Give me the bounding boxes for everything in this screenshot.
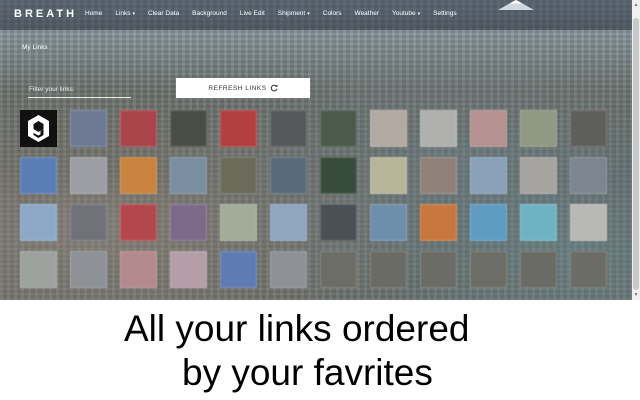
link-tile[interactable] <box>70 251 107 288</box>
link-tile[interactable] <box>470 204 507 241</box>
nav-item-label: Live Edit <box>239 10 265 17</box>
nav-item-label: Colors <box>322 10 342 17</box>
caption-line-1: All your links ordered <box>124 308 470 349</box>
9gag-logo-icon <box>28 115 49 142</box>
nav-item-label: Youtube <box>392 10 416 17</box>
link-tile[interactable] <box>70 204 107 241</box>
link-tile[interactable] <box>70 110 107 147</box>
browser-screenshot: BREATH Home Links ▾ Clear Data Background Liv… <box>0 0 640 300</box>
link-tile[interactable] <box>170 157 207 194</box>
link-tile[interactable] <box>120 157 157 194</box>
link-tile[interactable] <box>320 110 357 147</box>
link-tile[interactable] <box>120 204 157 241</box>
link-tile[interactable] <box>420 157 457 194</box>
link-tile[interactable] <box>420 251 457 288</box>
scrollbar[interactable]: ▲ ▼ <box>632 0 640 300</box>
link-tile[interactable] <box>20 157 57 194</box>
link-tile-9gag[interactable] <box>20 110 57 147</box>
filter-links-input[interactable] <box>28 83 131 98</box>
nav-item-weather[interactable]: Weather <box>355 10 379 17</box>
link-tile[interactable] <box>170 251 207 288</box>
section-title: My Links <box>22 44 48 51</box>
link-tile[interactable] <box>370 204 407 241</box>
nav-item-colors[interactable]: Colors <box>323 10 342 17</box>
link-tile[interactable] <box>520 204 557 241</box>
caret-down-icon: ▾ <box>417 11 421 17</box>
link-tile[interactable] <box>270 251 307 288</box>
link-tile[interactable] <box>570 204 607 241</box>
link-tile[interactable] <box>220 251 257 288</box>
nav-item-label: Weather <box>354 10 379 17</box>
nav-item-label: Settings <box>433 10 457 17</box>
caption-line-2: by your favrites <box>182 352 433 393</box>
link-tile[interactable] <box>220 110 257 147</box>
link-tile[interactable] <box>470 157 507 194</box>
brand-logo[interactable]: BREATH <box>14 8 77 20</box>
nav-item-links[interactable]: Links ▾ <box>115 10 135 17</box>
link-tile[interactable] <box>420 204 457 241</box>
nav-item-live-edit[interactable]: Live Edit <box>240 10 265 17</box>
link-tile[interactable] <box>370 157 407 194</box>
links-grid <box>20 110 607 288</box>
refresh-icon <box>270 84 278 92</box>
scroll-thumb[interactable] <box>633 18 639 290</box>
link-tile[interactable] <box>570 251 607 288</box>
link-tile[interactable] <box>120 110 157 147</box>
nav-item-home[interactable]: Home <box>85 10 102 17</box>
top-navbar: BREATH Home Links ▾ Clear Data Background Liv… <box>0 0 632 30</box>
link-tile[interactable] <box>320 251 357 288</box>
link-tile[interactable] <box>320 157 357 194</box>
nav-item-clear-data[interactable]: Clear Data <box>148 10 179 17</box>
scroll-up-arrow-icon[interactable]: ▲ <box>633 2 639 8</box>
nav-item-label: Background <box>192 10 227 17</box>
link-tile[interactable] <box>470 110 507 147</box>
link-tile[interactable] <box>370 110 407 147</box>
nav-item-label: Home <box>85 10 103 17</box>
link-tile[interactable] <box>20 204 57 241</box>
nav-item-label: Clear Data <box>148 10 180 17</box>
nav-menu: Home Links ▾ Clear Data Background Live Edit S… <box>85 10 457 17</box>
caret-down-icon: ▾ <box>132 11 136 17</box>
link-tile[interactable] <box>170 110 207 147</box>
link-tile[interactable] <box>370 251 407 288</box>
link-tile[interactable] <box>270 204 307 241</box>
link-tile[interactable] <box>570 157 607 194</box>
link-tile[interactable] <box>120 251 157 288</box>
link-tile[interactable] <box>170 204 207 241</box>
link-tile[interactable] <box>270 157 307 194</box>
link-tile[interactable] <box>420 110 457 147</box>
link-tile[interactable] <box>570 110 607 147</box>
promo-caption: All your links ordered by your favrites <box>0 300 640 400</box>
scroll-down-arrow-icon[interactable]: ▼ <box>633 292 639 298</box>
link-tile[interactable] <box>320 204 357 241</box>
nav-item-youtube[interactable]: Youtube ▾ <box>392 10 420 17</box>
refresh-links-label: REFRESH LINKS <box>208 84 267 92</box>
link-tile[interactable] <box>520 110 557 147</box>
link-tile[interactable] <box>220 204 257 241</box>
link-tile[interactable] <box>520 251 557 288</box>
nav-item-label: Links <box>115 10 131 17</box>
refresh-links-button[interactable]: REFRESH LINKS <box>176 78 310 98</box>
link-tile[interactable] <box>70 157 107 194</box>
link-tile[interactable] <box>520 157 557 194</box>
link-tile[interactable] <box>470 251 507 288</box>
nav-item-label: Shipment <box>277 10 306 17</box>
nav-item-background[interactable]: Background <box>192 10 227 17</box>
link-tile[interactable] <box>270 110 307 147</box>
link-tile[interactable] <box>20 251 57 288</box>
link-tile[interactable] <box>220 157 257 194</box>
nav-item-settings[interactable]: Settings <box>433 10 457 17</box>
mountain-snowcap <box>498 0 534 10</box>
nav-item-shipment[interactable]: Shipment ▾ <box>278 10 310 17</box>
caret-down-icon: ▾ <box>307 11 310 17</box>
